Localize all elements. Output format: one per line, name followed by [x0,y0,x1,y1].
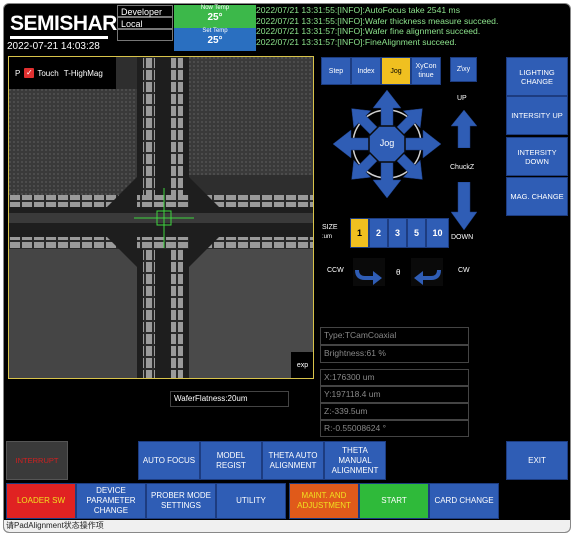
jog-center-label: Jog [379,138,395,148]
loader-sw-button[interactable]: LOADER SW [6,483,76,519]
size-button-3[interactable]: 3 [388,218,407,248]
wafer-flatness-field: WaferFlatness:20um [170,391,289,407]
camera-toolbar: P ✓ Touch T-HighMag [9,57,116,89]
tab-xycontinue[interactable]: XyCon tinue [411,57,441,85]
utility-button[interactable]: UTILITY [216,483,286,519]
tab-step[interactable]: Step [321,57,351,85]
chuck-down-arrow[interactable] [451,182,477,230]
status-bar: 请PadAlignment状态操作项 [4,520,570,532]
log-line: 2022/07/21 13:31:55:[INFO]:AutoFocus tak… [256,5,460,15]
size-button-10[interactable]: 10 [426,218,449,248]
log-line: 2022/07/21 13:31:57:[INFO]:Wafer fine al… [256,26,481,37]
theta-manual-alignment-button[interactable]: THETA MANUAL ALIGNMENT [324,441,386,480]
now-temp-value: 25° [207,12,223,23]
jog-right-arrow[interactable] [404,129,442,159]
chuck-up-arrow[interactable] [451,110,477,148]
size-button-1[interactable]: 1 [350,218,369,248]
event-log: 2022/07/21 13:31:55:[INFO]:AutoFocus tak… [256,5,498,47]
intensity-up-button[interactable]: INTERSITY UP [506,96,568,135]
exp-button[interactable]: exp [291,352,313,378]
rotate-ccw-arrow[interactable] [353,258,385,286]
y-position-field: Y:197118.4 um [320,386,469,403]
device-parameter-change-button[interactable]: DEVICE PARAMETER CHANGE [76,483,146,519]
touch-label: Touch [37,68,59,78]
ccw-label: CCW [327,267,344,274]
now-temp-panel: Now Temp 25° [174,5,256,28]
camera-view[interactable]: P ✓ Touch T-HighMag exp [8,56,314,379]
maint-and-adjustment-button[interactable]: MAINT. AND ADJUSTMENT [289,483,359,519]
prober-mode-settings-button[interactable]: PROBER MODE SETTINGS [146,483,216,519]
jog-left-arrow[interactable] [332,129,370,159]
chuckz-label: ChuckZ [450,164,475,171]
set-temp-label: Set Temp [202,28,228,34]
jog-down-arrow[interactable] [372,161,402,199]
up-label: UP [457,95,467,102]
lighting-change-button[interactable]: LIGHTING CHANGE [506,57,568,96]
down-label: DOWN [451,234,474,241]
now-temp-label: Now Temp [200,5,230,11]
z-position-field: Z:-339.5um [320,403,469,420]
p-label[interactable]: P [15,69,20,78]
tab-jog[interactable]: Jog [381,57,411,85]
log-line: 2022/07/21 13:31:57:[INFO]:FineAlignment… [256,36,457,47]
touch-checkbox[interactable]: ✓ [24,68,35,78]
theta-auto-alignment-button[interactable]: THETA AUTO ALIGNMENT [262,441,324,480]
mag-change-button[interactable]: MAG. CHANGE [506,177,568,216]
size-unit-label: :um [322,234,333,240]
semishare-logo: SEMISHARE [10,12,131,39]
start-button[interactable]: START [359,483,429,519]
exit-button[interactable]: EXIT [506,441,568,480]
size-button-2[interactable]: 2 [369,218,388,248]
prober-app-window: SEMISHARE 2022-07-21 14:03:28 Developer … [3,3,571,533]
card-change-button[interactable]: CARD CHANGE [429,483,499,519]
brightness-field: Brightness:61 % [320,345,469,363]
size-button-5[interactable]: 5 [407,218,426,248]
mag-label[interactable]: T-HighMag [64,69,103,78]
size-label: SIZE [322,224,338,231]
user-field: Developer [117,5,173,17]
tab-index[interactable]: Index [351,57,381,85]
x-position-field: X:176300 um [320,369,469,386]
intensity-down-button[interactable]: INTERSITY DOWN [506,137,568,176]
model-regist-button[interactable]: MODEL REGIST [200,441,262,480]
zxy-toggle-button[interactable]: Z\xy [450,57,477,82]
rotate-cw-arrow[interactable] [411,258,443,286]
blank-field [117,29,173,41]
mode-field: Local [117,17,173,29]
cw-label: CW [458,267,470,274]
auto-focus-button[interactable]: AUTO FOCUS [138,441,200,480]
r-angle-field: R:-0.55008624 ° [320,420,469,437]
camera-type-field: Type:TCamCoaxial [320,327,469,345]
set-temp-value: 25° [207,35,223,46]
theta-label: θ [396,268,401,277]
set-temp-panel: Set Temp 25° [174,28,256,51]
datetime: 2022-07-21 14:03:28 [7,41,100,52]
jog-up-arrow[interactable] [372,89,402,127]
wafer-image [9,57,313,378]
interrupt-button[interactable]: INTERRUPT [6,441,68,480]
log-line: 2022/07/21 13:31:55:[INFO]:Wafer thickne… [256,15,499,26]
